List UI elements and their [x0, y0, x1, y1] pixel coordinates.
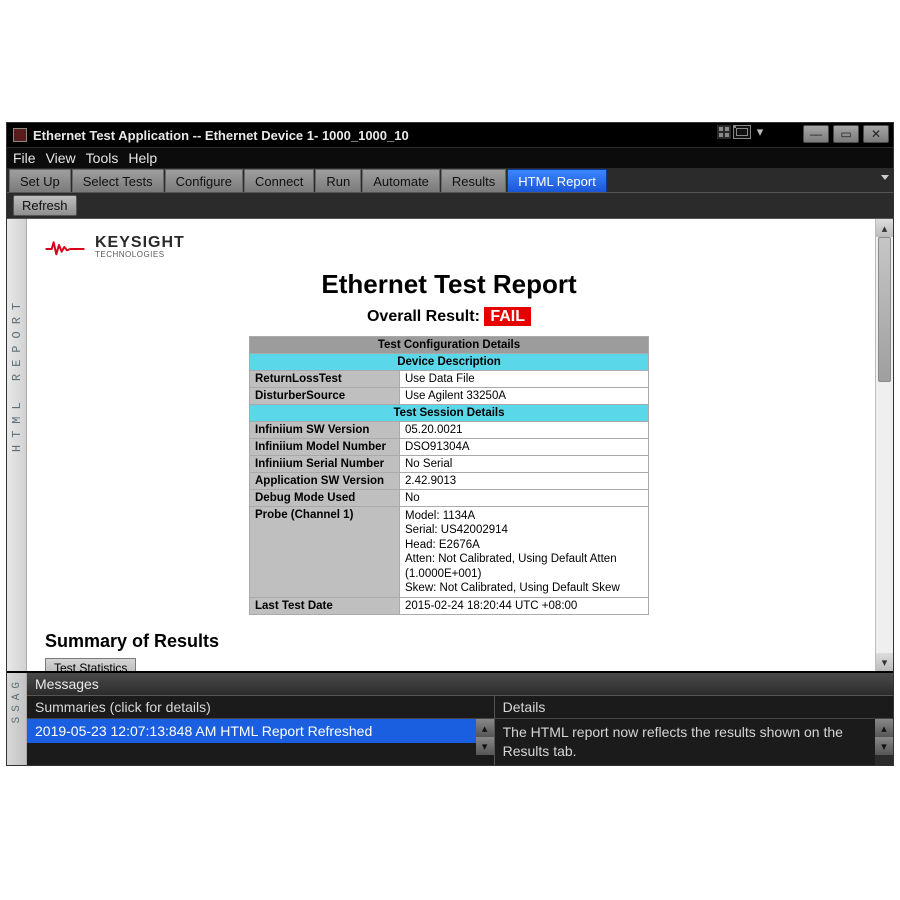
title-toolbox: ▾	[717, 125, 767, 139]
summary-heading: Summary of Results	[45, 631, 853, 652]
keysight-logo: KEYSIGHT TECHNOLOGIES	[45, 235, 853, 259]
scroll-thumb[interactable]	[878, 237, 891, 382]
row-dist-src-k: DisturberSource	[250, 388, 400, 405]
tabbar: Set Up Select Tests Configure Connect Ru…	[7, 169, 893, 193]
brand-sub: TECHNOLOGIES	[95, 251, 185, 259]
details-text: The HTML report now reflects the results…	[495, 719, 875, 765]
row-return-loss-v: Use Data File	[400, 371, 649, 388]
row-model-v: DSO91304A	[400, 439, 649, 456]
menu-view[interactable]: View	[46, 150, 76, 166]
row-swver-v: 05.20.0021	[400, 422, 649, 439]
messages-panel: SSAG Messages Summaries (click for detai…	[7, 671, 893, 765]
details-header: Details	[495, 696, 893, 719]
app-icon	[13, 128, 27, 142]
window-controls: — ▭ ✕	[803, 125, 889, 143]
row-probe-v: Model: 1134A Serial: US42002914 Head: E2…	[400, 507, 649, 598]
side-tab-bottom[interactable]: SSAG	[7, 673, 27, 765]
side-tab-bottom-label: SSAG	[11, 677, 23, 723]
row-appver-v: 2.42.9013	[400, 473, 649, 490]
tab-results[interactable]: Results	[441, 169, 506, 192]
row-return-loss-k: ReturnLossTest	[250, 371, 400, 388]
side-tab[interactable]: HTML REPORT	[7, 219, 27, 671]
close-button[interactable]: ✕	[863, 125, 889, 143]
overall-label: Overall Result:	[367, 308, 480, 325]
menubar: File View Tools Help	[7, 147, 893, 169]
row-debug-v: No	[400, 490, 649, 507]
menu-help[interactable]: Help	[128, 150, 157, 166]
row-debug-k: Debug Mode Used	[250, 490, 400, 507]
row-serial-v: No Serial	[400, 456, 649, 473]
scroll-up-icon[interactable]: ▴	[476, 719, 494, 737]
toolbar: Refresh	[7, 193, 893, 219]
hdr-session: Test Session Details	[250, 405, 649, 422]
summaries-column: Summaries (click for details) 2019-05-23…	[27, 696, 495, 765]
titlebar: Ethernet Test Application -- Ethernet De…	[7, 123, 893, 147]
row-appver-k: Application SW Version	[250, 473, 400, 490]
layout-grid-icon[interactable]	[717, 125, 731, 139]
row-model-k: Infiniium Model Number	[250, 439, 400, 456]
tab-run[interactable]: Run	[315, 169, 361, 192]
tab-overflow-icon[interactable]	[881, 175, 889, 180]
menu-file[interactable]: File	[13, 150, 36, 166]
details-scrollbar[interactable]: ▴ ▾	[875, 719, 893, 765]
overall-result: Overall Result: FAIL	[45, 308, 853, 326]
scroll-up-icon[interactable]: ▴	[876, 219, 893, 237]
brand-name: KEYSIGHT	[95, 235, 185, 251]
messages-header[interactable]: Messages	[27, 673, 893, 696]
fail-badge: FAIL	[484, 307, 531, 326]
summaries-header: Summaries (click for details)	[27, 696, 494, 719]
tab-test-statistics[interactable]: Test Statistics	[45, 658, 136, 671]
config-table: Test Configuration Details Device Descri…	[249, 336, 649, 615]
report-pane: KEYSIGHT TECHNOLOGIES Ethernet Test Repo…	[27, 219, 893, 671]
scroll-down-icon[interactable]: ▾	[875, 737, 893, 755]
side-tab-label: HTML REPORT	[10, 296, 24, 452]
tab-select-tests[interactable]: Select Tests	[72, 169, 164, 192]
report-scrollbar[interactable]: ▴ ▾	[875, 219, 893, 671]
report-title: Ethernet Test Report	[45, 269, 853, 300]
row-last-k: Last Test Date	[250, 598, 400, 615]
tab-configure[interactable]: Configure	[165, 169, 243, 192]
tab-set-up[interactable]: Set Up	[9, 169, 71, 192]
keysight-pulse-icon	[45, 235, 85, 259]
row-last-v: 2015-02-24 18:20:44 UTC +08:00	[400, 598, 649, 615]
hdr-device: Device Description	[250, 354, 649, 371]
row-dist-src-v: Use Agilent 33250A	[400, 388, 649, 405]
summary-item[interactable]: 2019-05-23 12:07:13:848 AM HTML Report R…	[27, 719, 476, 743]
menu-tools[interactable]: Tools	[86, 150, 119, 166]
expand-icon[interactable]	[733, 125, 751, 139]
window-title: Ethernet Test Application -- Ethernet De…	[33, 128, 409, 143]
chevron-down-icon[interactable]: ▾	[753, 125, 767, 139]
scroll-down-icon[interactable]: ▾	[476, 737, 494, 755]
refresh-button[interactable]: Refresh	[13, 195, 77, 216]
tab-automate[interactable]: Automate	[362, 169, 440, 192]
row-swver-k: Infiniium SW Version	[250, 422, 400, 439]
tab-connect[interactable]: Connect	[244, 169, 314, 192]
hdr-config: Test Configuration Details	[250, 337, 649, 354]
summaries-scrollbar[interactable]: ▴ ▾	[476, 719, 494, 755]
maximize-button[interactable]: ▭	[833, 125, 859, 143]
row-serial-k: Infiniium Serial Number	[250, 456, 400, 473]
app-window: Ethernet Test Application -- Ethernet De…	[6, 122, 894, 766]
row-probe-k: Probe (Channel 1)	[250, 507, 400, 598]
scroll-up-icon[interactable]: ▴	[875, 719, 893, 737]
minimize-button[interactable]: —	[803, 125, 829, 143]
summary-item-text: 2019-05-23 12:07:13:848 AM HTML Report R…	[35, 723, 372, 739]
content-row: HTML REPORT KEYSIGHT TECHNOLOGIES Ethern…	[7, 219, 893, 671]
scroll-down-icon[interactable]: ▾	[876, 653, 893, 671]
details-column: Details The HTML report now reflects the…	[495, 696, 893, 765]
tab-html-report[interactable]: HTML Report	[507, 169, 607, 192]
